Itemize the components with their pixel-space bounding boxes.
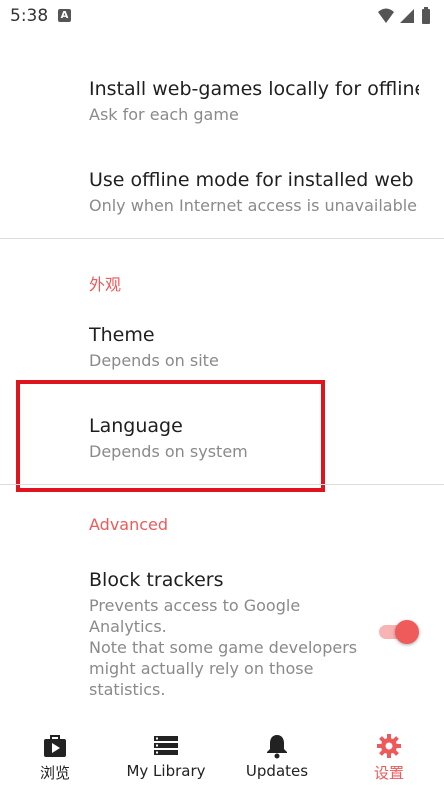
pref-title: Theme	[89, 324, 155, 346]
nav-item-updates[interactable]: Updates	[236, 720, 318, 790]
notification-a-icon: A	[58, 9, 71, 22]
block-trackers-toggle[interactable]	[377, 620, 421, 644]
battery-icon	[422, 7, 430, 24]
pref-title: Use offline mode for installed web g…	[89, 169, 419, 191]
wifi-icon	[378, 8, 394, 23]
toggle-thumb	[395, 620, 419, 644]
pref-block-trackers[interactable]: Block trackers Prevents access to Google…	[89, 569, 359, 700]
nav-item-browse[interactable]: 浏览	[14, 720, 96, 790]
pref-summary: Only when Internet access is unavailable	[89, 196, 418, 215]
nav-label: Updates	[245, 762, 309, 780]
pref-title: Install web-games locally for offline…	[89, 78, 419, 100]
status-time: 5:38	[10, 6, 49, 26]
status-bar: 5:38 A	[0, 0, 444, 32]
gear-icon	[376, 733, 402, 759]
bottom-navigation: 浏览 My Library Updates 设置	[0, 720, 444, 790]
nav-label: 设置	[373, 764, 404, 782]
bell-icon	[264, 733, 290, 759]
pref-offline-mode[interactable]: Use offline mode for installed web g… On…	[89, 169, 419, 216]
play-bag-icon	[42, 733, 68, 759]
nav-label: My Library	[126, 762, 206, 780]
pref-summary: Ask for each game	[89, 105, 239, 124]
pref-theme[interactable]: Theme Depends on site	[89, 324, 419, 371]
pref-title: Block trackers	[89, 569, 224, 591]
section-header-appearance: 外观	[89, 275, 122, 294]
divider	[0, 484, 444, 485]
library-list-icon	[153, 733, 179, 759]
pref-summary: Prevents access to Google Analytics. Not…	[89, 596, 358, 699]
nav-item-my-library[interactable]: My Library	[112, 720, 220, 790]
pref-install-offline[interactable]: Install web-games locally for offline… A…	[89, 78, 419, 125]
highlight-box	[16, 380, 325, 492]
divider	[0, 238, 444, 239]
section-header-advanced: Advanced	[89, 515, 169, 534]
nav-label: 浏览	[39, 764, 70, 782]
signal-icon	[400, 9, 414, 23]
status-icons	[376, 6, 436, 26]
pref-summary: Depends on site	[89, 351, 219, 370]
nav-item-settings[interactable]: 设置	[348, 720, 430, 790]
